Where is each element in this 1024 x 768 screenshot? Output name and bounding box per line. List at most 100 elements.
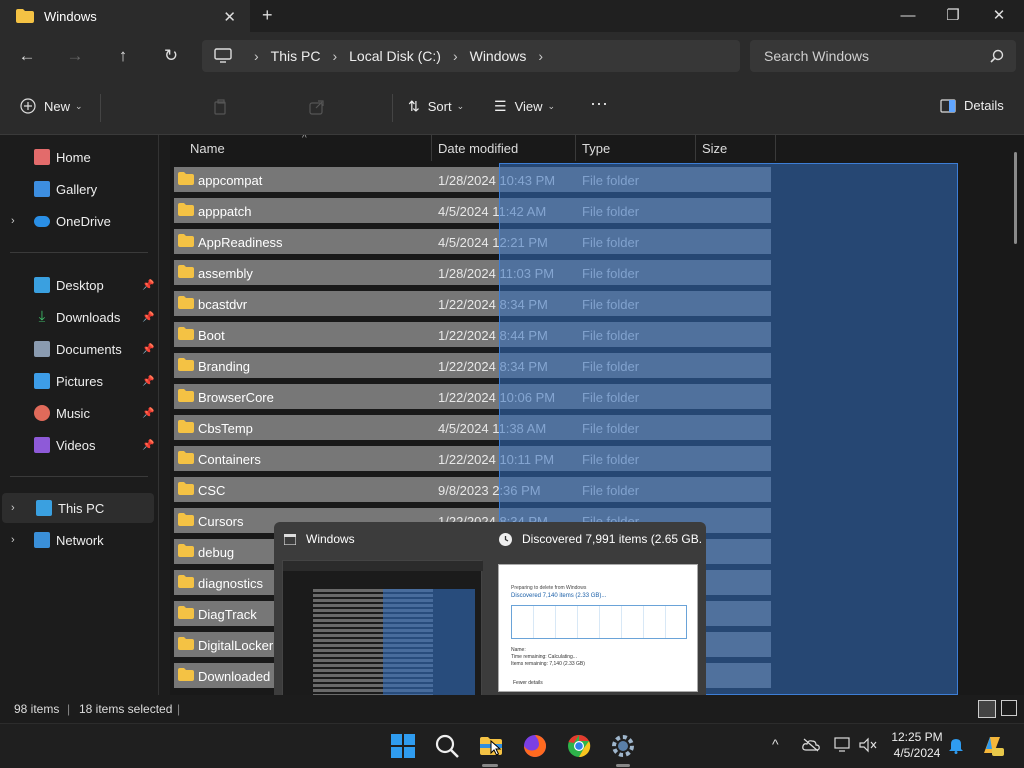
- notification-bell-icon[interactable]: [948, 736, 964, 754]
- download-icon: ⤓: [38, 308, 46, 325]
- column-divider[interactable]: [775, 135, 776, 161]
- close-button[interactable]: ✕: [984, 4, 1014, 28]
- network-monitor-icon[interactable]: [834, 737, 852, 753]
- copilot-icon[interactable]: [980, 733, 1004, 757]
- home-icon: [34, 149, 50, 165]
- thumbnail-title-dialog: Discovered 7,991 items (2.65 GB...: [522, 532, 702, 546]
- volume-muted-icon[interactable]: [858, 737, 878, 753]
- new-tab-button[interactable]: +: [262, 5, 273, 26]
- back-button[interactable]: ←: [15, 44, 39, 68]
- sidebar-item-network[interactable]: › Network: [0, 525, 156, 555]
- folder-icon: [178, 668, 194, 681]
- breadcrumb-local-disk[interactable]: Local Disk (C:): [349, 48, 441, 64]
- sidebar-item-downloads[interactable]: ⤓ Downloads 📌: [0, 302, 156, 332]
- file-name: Containers: [198, 452, 261, 467]
- breadcrumb-windows[interactable]: Windows: [470, 48, 527, 64]
- thumbnail-dialog-preview[interactable]: Preparing to delete from Windows Discove…: [498, 564, 698, 692]
- tab-close-icon[interactable]: ✕: [223, 8, 236, 26]
- column-type[interactable]: Type: [582, 141, 610, 156]
- thumbnail-explorer-preview[interactable]: [282, 560, 483, 697]
- file-name: appcompat: [198, 173, 263, 188]
- maximize-button[interactable]: ❐: [938, 4, 968, 28]
- sidebar-item-label: Desktop: [56, 277, 104, 293]
- onedrive-offline-icon[interactable]: [802, 738, 820, 752]
- plus-circle-icon: [20, 98, 36, 114]
- videos-icon: [34, 437, 50, 453]
- pictures-icon: [34, 373, 50, 389]
- sidebar-item-videos[interactable]: Videos 📌: [0, 430, 156, 460]
- share-icon[interactable]: [308, 98, 326, 116]
- column-size[interactable]: Size: [702, 141, 727, 156]
- sidebar-item-music[interactable]: Music 📌: [0, 398, 156, 428]
- chevron-up-icon[interactable]: ^: [772, 736, 779, 752]
- column-divider[interactable]: [575, 135, 576, 161]
- breadcrumb-separator: ›: [254, 48, 259, 64]
- up-button[interactable]: ↑: [111, 44, 135, 68]
- tab-windows[interactable]: Windows ✕: [0, 0, 250, 32]
- file-name: CbsTemp: [198, 421, 253, 436]
- sidebar-item-gallery[interactable]: Gallery: [0, 174, 156, 204]
- details-button[interactable]: Details: [940, 98, 1004, 113]
- computer-icon: [214, 48, 232, 63]
- sidebar-item-pictures[interactable]: Pictures 📌: [0, 366, 156, 396]
- refresh-button[interactable]: ↻: [159, 44, 183, 68]
- file-name: apppatch: [198, 204, 252, 219]
- status-bar: 98 items | 18 items selected |: [0, 695, 1024, 723]
- vertical-scrollbar-thumb[interactable]: [1014, 152, 1017, 244]
- pin-icon: 📌: [142, 279, 155, 291]
- minimize-button[interactable]: —: [893, 4, 923, 28]
- computer-icon: [36, 500, 52, 516]
- file-name: bcastdvr: [198, 297, 248, 312]
- running-indicator: [616, 764, 630, 767]
- settings-gear-icon[interactable]: [609, 732, 637, 760]
- folder-icon: [178, 172, 194, 185]
- preview-speed-graph: [511, 605, 687, 639]
- running-indicator: [482, 764, 498, 767]
- divider: [10, 252, 148, 253]
- firefox-icon[interactable]: [521, 732, 549, 760]
- forward-button[interactable]: →: [63, 44, 87, 68]
- column-date-modified[interactable]: Date modified: [438, 141, 518, 156]
- mouse-cursor-icon: [490, 740, 502, 756]
- column-divider[interactable]: [695, 135, 696, 161]
- column-name[interactable]: Name: [190, 141, 225, 156]
- search-input[interactable]: Search Windows: [750, 40, 1016, 72]
- folder-icon: [178, 358, 194, 371]
- expand-chevron-icon[interactable]: ›: [11, 534, 15, 546]
- new-button[interactable]: New ⌄: [20, 98, 83, 114]
- search-icon[interactable]: [433, 732, 461, 760]
- folder-icon: [178, 296, 194, 309]
- more-options-button[interactable]: ···: [590, 93, 608, 114]
- column-divider[interactable]: [431, 135, 432, 161]
- folder-icon: [178, 606, 194, 619]
- start-icon[interactable]: [389, 732, 417, 760]
- expand-chevron-icon[interactable]: ›: [11, 502, 15, 514]
- address-bar[interactable]: › This PC › Local Disk (C:) › Windows ›: [202, 40, 740, 72]
- chevron-down-icon: ⌄: [547, 101, 556, 111]
- clock-date[interactable]: 4/5/2024: [889, 746, 945, 760]
- view-button[interactable]: ☰ View ⌄: [494, 98, 555, 115]
- sidebar-item-this-pc[interactable]: › This PC: [2, 493, 154, 523]
- expand-chevron-icon[interactable]: ›: [11, 215, 15, 227]
- breadcrumb-this-pc[interactable]: This PC: [271, 48, 321, 64]
- sidebar-item-desktop[interactable]: Desktop 📌: [0, 270, 156, 300]
- copy-icon[interactable]: [212, 98, 230, 116]
- details-view-icon[interactable]: [978, 700, 996, 718]
- document-icon: [34, 341, 50, 357]
- clock-time[interactable]: 12:25 PM: [889, 730, 945, 744]
- sidebar-item-documents[interactable]: Documents 📌: [0, 334, 156, 364]
- file-name: Cursors: [198, 514, 244, 529]
- status-divider: |: [67, 702, 71, 716]
- details-pane-icon: [940, 98, 956, 113]
- sidebar-item-home[interactable]: Home: [0, 142, 156, 172]
- tiles-view-icon[interactable]: [1001, 700, 1017, 716]
- sidebar-item-label: Gallery: [56, 181, 98, 197]
- sidebar-scrollbar[interactable]: [158, 135, 170, 695]
- sort-button[interactable]: ⇅ Sort ⌄: [408, 98, 464, 115]
- file-name: DiagTrack: [198, 607, 257, 622]
- chrome-icon[interactable]: [565, 732, 593, 760]
- navigation-pane: Home Gallery › OneDrive Desktop 📌 ⤓ Down…: [0, 135, 158, 695]
- sidebar-item-label: This PC: [58, 500, 105, 516]
- clock-icon: [499, 533, 512, 546]
- sidebar-item-onedrive[interactable]: › OneDrive: [0, 206, 156, 236]
